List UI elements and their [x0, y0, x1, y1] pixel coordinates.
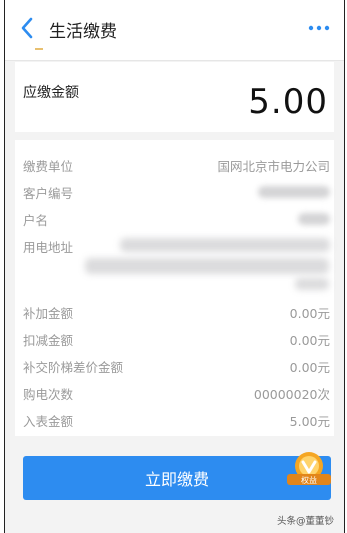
surcharge-value: 0.00元	[289, 306, 330, 321]
address-redacted-line-1	[120, 238, 330, 252]
bill-details: 缴费单位 国网北京市电力公司 客户编号 户名 用电地址 补加金额 0.00元 扣…	[15, 140, 334, 436]
purchase-count-label: 购电次数	[23, 387, 74, 402]
deduction-label: 扣减金额	[23, 333, 74, 348]
tier-diff-label: 补交阶梯差价金额	[23, 360, 124, 375]
customer-no-label: 客户编号	[23, 186, 74, 201]
unit-label: 缴费单位	[23, 159, 74, 174]
surcharge-label: 补加金额	[23, 306, 74, 321]
header-accent-mark	[35, 48, 43, 50]
name-redacted	[298, 213, 330, 225]
detail-row-address: 用电地址	[15, 234, 334, 256]
detail-row-meter-amount: 入表金额 5.00元	[15, 408, 334, 430]
page-title: 生活缴费	[49, 22, 117, 42]
detail-row-unit: 缴费单位 国网北京市电力公司	[15, 153, 334, 175]
promo-badge-text: 权益	[301, 475, 317, 485]
more-dots-icon[interactable]	[308, 18, 330, 38]
name-label: 户名	[23, 213, 49, 228]
amount-card: 应缴金额 5.00	[15, 62, 334, 132]
address-redacted-line-3	[295, 278, 329, 290]
meter-amount-value: 5.00元	[289, 414, 330, 429]
amount-value: 5.00	[248, 82, 328, 122]
meter-amount-label: 入表金额	[23, 414, 74, 429]
amount-label: 应缴金额	[23, 85, 79, 101]
chevron-left-icon[interactable]	[19, 16, 35, 40]
detail-row-deduction: 扣减金额 0.00元	[15, 327, 334, 349]
unit-value: 国网北京市电力公司	[217, 159, 330, 174]
detail-row-name: 户名	[15, 207, 334, 229]
purchase-count-value: 00000020次	[253, 387, 330, 402]
customer-no-redacted	[258, 186, 330, 198]
tier-diff-value: 0.00元	[289, 360, 330, 375]
detail-row-tier-diff: 补交阶梯差价金额 0.00元	[15, 354, 334, 376]
deduction-value: 0.00元	[289, 333, 330, 348]
address-label: 用电地址	[23, 240, 74, 255]
app-screen: 生活缴费 应缴金额 5.00 缴费单位 国网北京市电力公司 客户编号 户名 用电…	[4, 0, 345, 533]
top-bar: 生活缴费	[5, 0, 344, 61]
detail-row-surcharge: 补加金额 0.00元	[15, 300, 334, 322]
watermark-text: 头条@董董钞	[276, 516, 334, 527]
promo-badge-icon[interactable]: 权益	[283, 448, 333, 490]
address-redacted-line-2	[85, 258, 329, 274]
detail-row-customer-no: 客户编号	[15, 180, 334, 202]
detail-row-purchase-count: 购电次数 00000020次	[15, 381, 334, 403]
